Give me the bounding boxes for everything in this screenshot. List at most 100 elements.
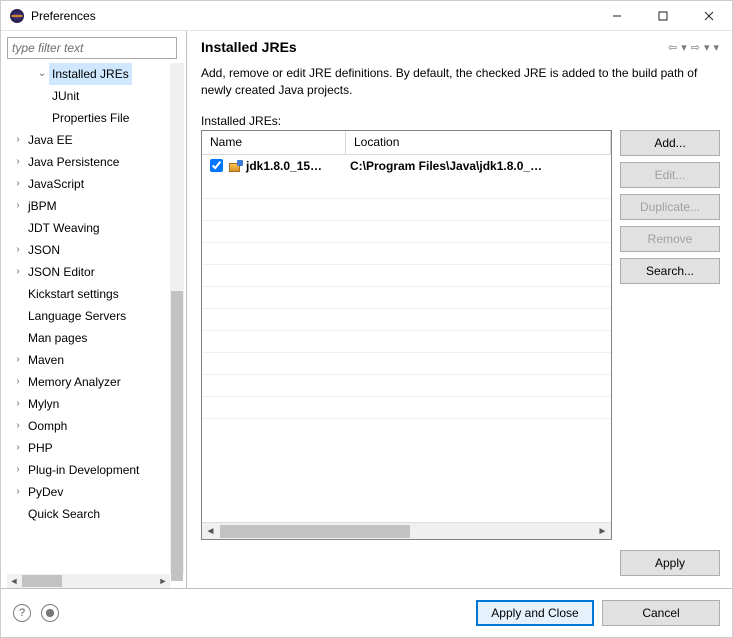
tree-item-label: JavaScript bbox=[25, 173, 87, 195]
dialog-button-bar: ? Apply and Close Cancel bbox=[1, 589, 732, 637]
preferences-window: Preferences ⌄Installed JREsJUnitProperti… bbox=[0, 0, 733, 638]
chevron-right-icon[interactable]: › bbox=[11, 437, 25, 459]
view-menu-icon[interactable]: ▾ bbox=[712, 41, 720, 54]
tree-item[interactable]: JDT Weaving bbox=[7, 217, 184, 239]
tree-item-label: Maven bbox=[25, 349, 67, 371]
back-menu-icon[interactable]: ▾ bbox=[680, 41, 688, 54]
tree-item[interactable]: ›JSON bbox=[7, 239, 184, 261]
tree-item[interactable]: ›JSON Editor bbox=[7, 261, 184, 283]
jre-name: jdk1.8.0_15… bbox=[246, 159, 322, 173]
tree-item[interactable]: ›Memory Analyzer bbox=[7, 371, 184, 393]
preferences-tree[interactable]: ⌄Installed JREsJUnitProperties File›Java… bbox=[7, 63, 184, 588]
jre-table[interactable]: Name Location jdk1.8.0_15… C:\Program Fil… bbox=[201, 130, 612, 540]
chevron-down-icon[interactable]: ⌄ bbox=[35, 63, 49, 85]
chevron-right-icon[interactable]: › bbox=[11, 349, 25, 371]
scroll-right-icon[interactable]: ► bbox=[156, 574, 170, 588]
chevron-right-icon[interactable]: › bbox=[11, 239, 25, 261]
tree-item-label: PHP bbox=[25, 437, 56, 459]
tree-item[interactable]: ›Java Persistence bbox=[7, 151, 184, 173]
tree-item-label: JUnit bbox=[49, 85, 82, 107]
import-export-icon[interactable] bbox=[41, 604, 59, 622]
scrollbar-thumb[interactable] bbox=[220, 525, 410, 538]
scrollbar-thumb[interactable] bbox=[171, 291, 183, 581]
tree-item[interactable]: Man pages bbox=[7, 327, 184, 349]
chevron-right-icon[interactable]: › bbox=[11, 151, 25, 173]
tree-item-label: JSON Editor bbox=[25, 261, 98, 283]
add-button[interactable]: Add... bbox=[620, 130, 720, 156]
chevron-right-icon[interactable]: › bbox=[11, 195, 25, 217]
tree-item[interactable]: ›PyDev bbox=[7, 481, 184, 503]
tree-horizontal-scrollbar[interactable]: ◄ ► bbox=[7, 574, 170, 588]
tree-item-label: Kickstart settings bbox=[25, 283, 122, 305]
window-controls bbox=[594, 1, 732, 30]
duplicate-button[interactable]: Duplicate... bbox=[620, 194, 720, 220]
scrollbar-thumb[interactable] bbox=[22, 575, 62, 587]
tree-item[interactable]: ›Plug-in Development bbox=[7, 459, 184, 481]
jre-buttons: Add... Edit... Duplicate... Remove Searc… bbox=[620, 130, 720, 540]
chevron-right-icon[interactable]: › bbox=[11, 173, 25, 195]
titlebar: Preferences bbox=[1, 1, 732, 31]
chevron-right-icon[interactable]: › bbox=[11, 261, 25, 283]
page-description: Add, remove or edit JRE definitions. By … bbox=[201, 65, 720, 100]
tree-item[interactable]: Properties File bbox=[7, 107, 184, 129]
tree-vertical-scrollbar[interactable] bbox=[170, 63, 184, 574]
table-label: Installed JREs: bbox=[201, 114, 720, 128]
chevron-right-icon[interactable]: › bbox=[11, 393, 25, 415]
forward-icon[interactable]: ⇨ bbox=[690, 41, 701, 54]
help-icon[interactable]: ? bbox=[13, 604, 31, 622]
tree-item[interactable]: JUnit bbox=[7, 85, 184, 107]
tree-item[interactable]: Kickstart settings bbox=[7, 283, 184, 305]
table-horizontal-scrollbar[interactable]: ◄ ► bbox=[202, 522, 611, 539]
tree-item-label: Language Servers bbox=[25, 305, 129, 327]
scroll-right-icon[interactable]: ► bbox=[594, 526, 611, 537]
scroll-left-icon[interactable]: ◄ bbox=[7, 574, 21, 588]
maximize-button[interactable] bbox=[640, 1, 686, 30]
chevron-right-icon[interactable]: › bbox=[11, 129, 25, 151]
tree-item-label: Mylyn bbox=[25, 393, 62, 415]
column-location[interactable]: Location bbox=[346, 131, 611, 154]
tree-item[interactable]: ›Oomph bbox=[7, 415, 184, 437]
cancel-button[interactable]: Cancel bbox=[602, 600, 720, 626]
tree-item-label: Installed JREs bbox=[49, 63, 132, 85]
apply-and-close-button[interactable]: Apply and Close bbox=[476, 600, 594, 626]
remove-button[interactable]: Remove bbox=[620, 226, 720, 252]
jre-icon bbox=[229, 160, 243, 172]
table-row[interactable]: jdk1.8.0_15… C:\Program Files\Java\jdk1.8… bbox=[202, 155, 611, 177]
column-name[interactable]: Name bbox=[202, 131, 346, 154]
apply-button[interactable]: Apply bbox=[620, 550, 720, 576]
filter-input[interactable] bbox=[7, 37, 177, 59]
edit-button[interactable]: Edit... bbox=[620, 162, 720, 188]
chevron-right-icon[interactable]: › bbox=[11, 371, 25, 393]
minimize-button[interactable] bbox=[594, 1, 640, 30]
chevron-right-icon[interactable]: › bbox=[11, 481, 25, 503]
scroll-left-icon[interactable]: ◄ bbox=[202, 526, 219, 537]
preferences-tree-panel: ⌄Installed JREsJUnitProperties File›Java… bbox=[1, 31, 187, 588]
back-icon[interactable]: ⇦ bbox=[667, 41, 678, 54]
forward-menu-icon[interactable]: ▾ bbox=[703, 41, 711, 54]
table-body: jdk1.8.0_15… C:\Program Files\Java\jdk1.8… bbox=[202, 155, 611, 522]
tree-item-label: Properties File bbox=[49, 107, 132, 129]
tree-item[interactable]: ›Mylyn bbox=[7, 393, 184, 415]
tree-item[interactable]: Quick Search bbox=[7, 503, 184, 525]
tree-item-label: Java EE bbox=[25, 129, 76, 151]
chevron-right-icon[interactable]: › bbox=[11, 415, 25, 437]
jre-location: C:\Program Files\Java\jdk1.8.0_… bbox=[346, 159, 611, 173]
tree-item-label: JSON bbox=[25, 239, 63, 261]
tree-item-label: jBPM bbox=[25, 195, 60, 217]
chevron-right-icon[interactable]: › bbox=[11, 459, 25, 481]
tree-item[interactable]: ›Java EE bbox=[7, 129, 184, 151]
tree-item-label: Quick Search bbox=[25, 503, 103, 525]
tree-item[interactable]: Language Servers bbox=[7, 305, 184, 327]
tree-item[interactable]: ›Maven bbox=[7, 349, 184, 371]
jre-default-checkbox[interactable] bbox=[210, 159, 223, 172]
search-button[interactable]: Search... bbox=[620, 258, 720, 284]
tree-item-label: Plug-in Development bbox=[25, 459, 142, 481]
tree-item[interactable]: ⌄Installed JREs bbox=[7, 63, 184, 85]
tree-item[interactable]: ›jBPM bbox=[7, 195, 184, 217]
close-button[interactable] bbox=[686, 1, 732, 30]
tree-item[interactable]: ›JavaScript bbox=[7, 173, 184, 195]
tree-item-label: PyDev bbox=[25, 481, 66, 503]
tree-item-label: JDT Weaving bbox=[25, 217, 103, 239]
tree-item[interactable]: ›PHP bbox=[7, 437, 184, 459]
eclipse-icon bbox=[9, 8, 25, 24]
